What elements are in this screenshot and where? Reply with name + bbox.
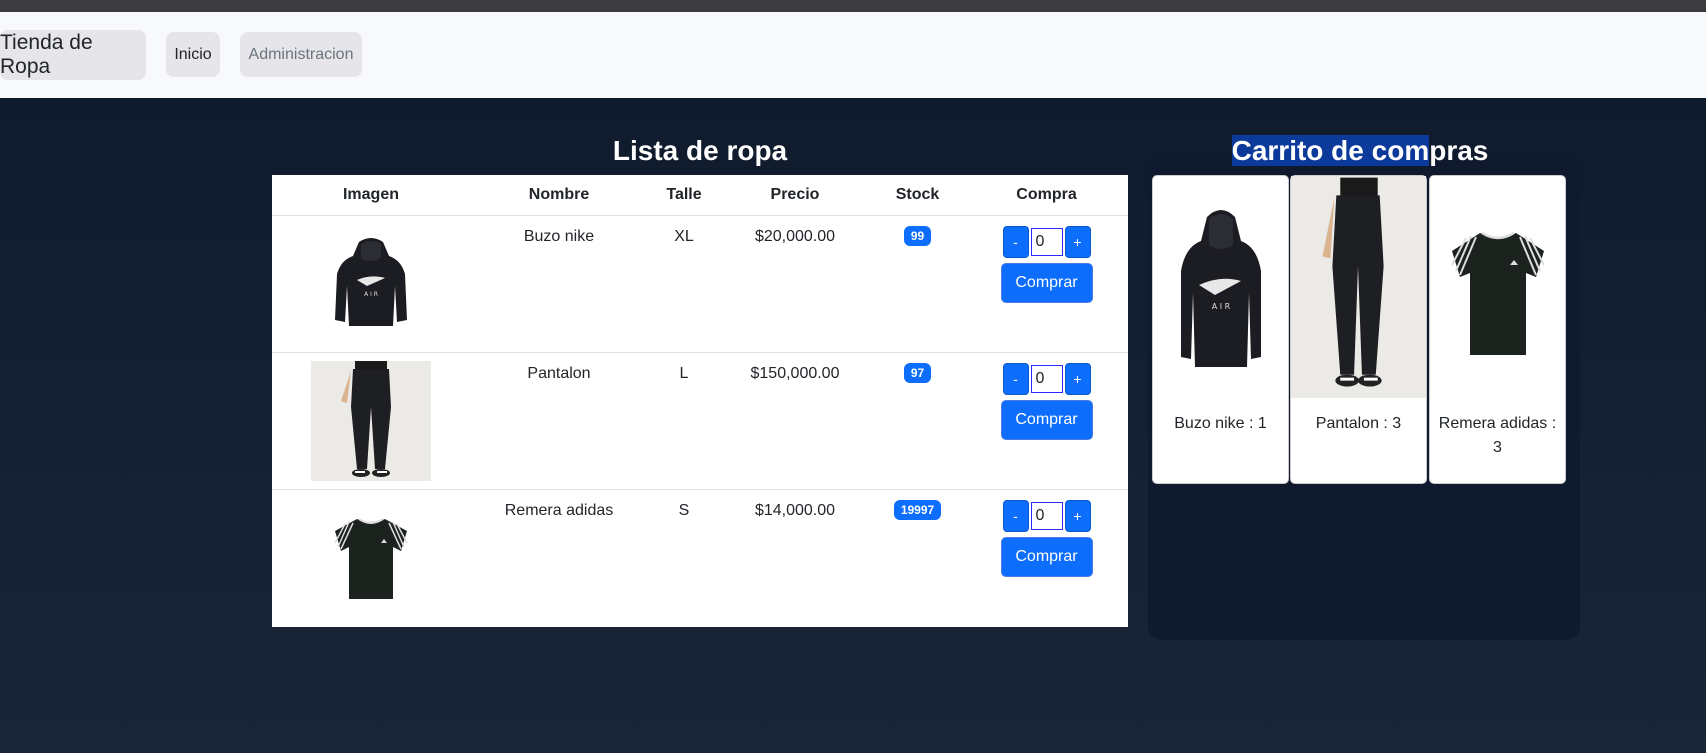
cart-item-label: Remera adidas : 3: [1438, 415, 1557, 456]
table-row: Remera adidas S $14,000.00 19997 - 0 + C…: [272, 490, 1128, 627]
header-compra: Compra: [965, 175, 1128, 216]
table-header-row: Imagen Nombre Talle Precio Stock Compra: [272, 175, 1128, 216]
cell-talle: XL: [648, 215, 720, 353]
quantity-input[interactable]: 0: [1030, 228, 1063, 256]
image-cell: [272, 490, 470, 627]
cell-talle: L: [648, 352, 720, 490]
decrement-button[interactable]: -: [1002, 226, 1029, 258]
cell-stock: 19997: [870, 490, 965, 627]
cell-nombre: Remera adidas: [504, 502, 614, 519]
increment-button[interactable]: +: [1064, 500, 1091, 532]
cell-compra: - 0 + Comprar: [965, 352, 1128, 490]
tshirt-image: [1450, 231, 1545, 355]
products-table: Imagen Nombre Talle Precio Stock Compra …: [272, 175, 1128, 627]
decrement-button[interactable]: -: [1002, 363, 1029, 395]
header-stock: Stock: [870, 175, 965, 216]
stock-badge: 97: [903, 363, 932, 383]
cell-compra: - 0 + Comprar: [965, 490, 1128, 627]
stock-badge: 19997: [893, 500, 942, 520]
cell-precio: $14,000.00: [754, 502, 836, 519]
comprar-button[interactable]: Comprar: [1000, 263, 1093, 303]
navbar: Tienda de Ropa Inicio Administracion: [0, 12, 1706, 98]
pants-image: [311, 361, 431, 481]
cell-stock: 99: [870, 215, 965, 353]
cell-talle: S: [678, 502, 690, 519]
increment-button[interactable]: +: [1064, 363, 1091, 395]
cell-nombre: Pantalon: [470, 352, 648, 490]
cart-item-label: Pantalon : 3: [1315, 415, 1402, 432]
image-cell: A I R: [272, 215, 470, 353]
cell-nombre: Buzo nike: [470, 215, 648, 353]
cell-compra: - 0 + Comprar: [965, 215, 1128, 353]
carrito-title: Carrito de compras: [1140, 133, 1580, 169]
window-top-strip: [0, 0, 1706, 12]
decrement-button[interactable]: -: [1002, 500, 1029, 532]
cart-item-card: A I R Buzo nike : 1: [1152, 175, 1289, 484]
hoodie-image: A I R: [335, 238, 407, 326]
nav-link-inicio[interactable]: Inicio: [166, 32, 220, 77]
cell-precio: $20,000.00: [720, 215, 870, 353]
comprar-button[interactable]: Comprar: [1000, 537, 1093, 577]
cell-precio: $150,000.00: [720, 352, 870, 490]
cell-stock: 97: [870, 352, 965, 490]
svg-text:A I R: A I R: [1211, 302, 1230, 311]
lista-title: Lista de ropa: [612, 135, 788, 166]
header-nombre: Nombre: [470, 175, 648, 216]
svg-text:A I R: A I R: [364, 291, 378, 298]
carrito-title-rest: pras: [1429, 135, 1489, 166]
carrito-title-selected: Carrito de com: [1231, 135, 1430, 166]
stock-badge: 99: [903, 226, 932, 246]
cart-item-card: Pantalon : 3: [1290, 175, 1427, 484]
cart-item-card: Remera adidas : 3: [1429, 175, 1566, 484]
hoodie-image: A I R: [1180, 210, 1261, 367]
quantity-input[interactable]: 0: [1030, 365, 1063, 393]
comprar-button[interactable]: Comprar: [1000, 400, 1093, 440]
table-row: A I R Buzo nike XL $20,000.00 99 - 0 + C…: [272, 215, 1128, 353]
header-precio: Precio: [720, 175, 870, 216]
brand-link[interactable]: Tienda de Ropa: [0, 30, 146, 80]
table-row: Pantalon L $150,000.00 97 - 0 + Comprar: [272, 352, 1128, 490]
increment-button[interactable]: +: [1064, 226, 1091, 258]
nav-link-administracion[interactable]: Administracion: [240, 32, 362, 77]
cart-item-label: Buzo nike : 1: [1174, 415, 1267, 432]
quantity-input[interactable]: 0: [1030, 502, 1063, 530]
image-cell: [272, 352, 470, 490]
header-talle: Talle: [648, 175, 720, 216]
header-imagen: Imagen: [272, 175, 470, 216]
tshirt-image: [334, 518, 408, 599]
pants-image: [1291, 177, 1426, 397]
